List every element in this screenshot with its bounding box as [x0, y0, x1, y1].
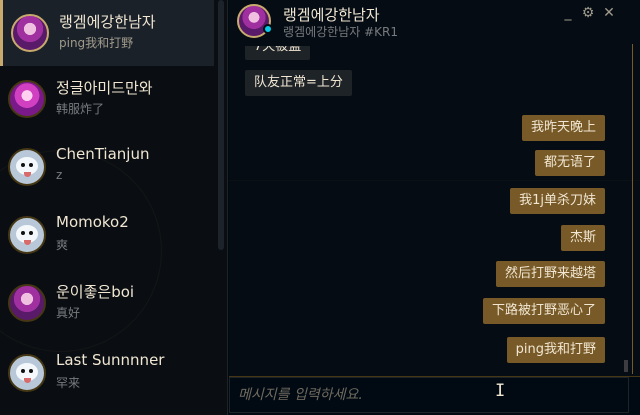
friend-status: 韩服炸了 [56, 102, 105, 116]
message-bubble-outgoing: ping我和打野 [506, 337, 605, 363]
chat-subtitle: 랭겜에강한남자 #KR1 [283, 25, 398, 39]
chat-header: 랭겜에강한남자 랭겜에강한남자 #KR1 _ ⚙ ✕ [229, 0, 640, 44]
message-bubble-outgoing: 然后打野来越塔 [495, 261, 605, 287]
avatar [11, 14, 49, 52]
chat-border [632, 44, 633, 374]
online-status-icon [263, 24, 273, 34]
sidebar-scrollbar[interactable] [218, 0, 224, 250]
friend-item-2[interactable]: 정글아미드만와 韩服炸了 [0, 66, 214, 132]
message-bubble-incoming: 7天被盗 [245, 46, 311, 60]
friend-status: 罕来 [56, 376, 81, 390]
message-scrollbar[interactable] [624, 360, 628, 372]
message-bubble-outgoing: 下路被打野恶心了 [482, 298, 605, 324]
gear-icon[interactable]: ⚙ [579, 4, 597, 22]
friends-sidebar: 랭겜에강한남자 ping我和打野 정글아미드만와 韩服炸了 ChenTianju… [0, 0, 228, 415]
chat-panel: 랭겜에강한남자 랭겜에강한남자 #KR1 _ ⚙ ✕ 7天被盗 队友正常=上分 … [229, 0, 640, 415]
friend-item-5[interactable]: 운이좋은boi 真好 [0, 270, 214, 336]
friend-item-1[interactable]: 랭겜에강한남자 ping我和打野 [0, 0, 214, 66]
friend-status: 真好 [56, 306, 81, 320]
friend-name: ChenTianjun [56, 145, 150, 163]
friend-status: z [56, 168, 63, 182]
message-bubble-outgoing: 我昨天晚上 [521, 115, 605, 141]
message-bubble-outgoing: 我1j单杀刀妹 [510, 188, 605, 214]
message-bubble-incoming: 队友正常=上分 [245, 70, 352, 96]
friend-item-6[interactable]: Last Sunnnner 罕来 [0, 340, 214, 406]
friend-name: Last Sunnnner [56, 351, 165, 369]
chat-title: 랭겜에강한남자 [283, 6, 380, 24]
poro-avatar-icon [8, 354, 46, 392]
friend-name: Momoko2 [56, 213, 129, 231]
poro-avatar-icon [8, 148, 46, 186]
friend-name: 정글아미드만와 [56, 79, 153, 97]
friend-name: 운이좋은boi [56, 283, 135, 301]
input-bar: I [229, 376, 640, 415]
friend-item-4[interactable]: Momoko2 爽 [0, 202, 214, 268]
close-icon[interactable]: ✕ [600, 4, 618, 22]
minimize-icon[interactable]: _ [559, 4, 577, 22]
message-bubble-outgoing: 都无语了 [534, 150, 605, 176]
avatar [8, 80, 46, 118]
friend-status: ping我和打野 [59, 36, 134, 50]
avatar [8, 284, 46, 322]
message-list: 7天被盗 队友正常=上分 我昨天晚上 都无语了 我1j单杀刀妹 杰斯 然后打野来… [229, 46, 621, 372]
message-bubble-outgoing: 杰斯 [560, 225, 605, 251]
poro-avatar-icon [8, 216, 46, 254]
friend-name: 랭겜에강한남자 [59, 13, 156, 31]
friend-item-3[interactable]: ChenTianjun z [0, 134, 214, 200]
text-cursor-icon: I [495, 381, 506, 401]
friend-status: 爽 [56, 238, 69, 252]
message-input[interactable] [229, 377, 629, 413]
